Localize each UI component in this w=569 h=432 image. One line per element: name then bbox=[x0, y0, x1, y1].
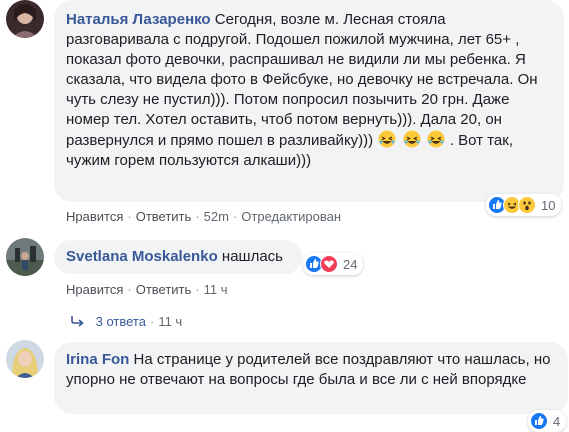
avatar[interactable] bbox=[6, 340, 44, 378]
replies-timestamp: 11 ч bbox=[158, 314, 183, 329]
reply-arrow-icon bbox=[70, 314, 90, 329]
reaction-count: 24 bbox=[343, 256, 358, 272]
comment-author[interactable]: Наталья Лазаренко bbox=[66, 11, 211, 28]
like-link[interactable]: Нравится bbox=[66, 209, 123, 224]
reaction-count: 4 bbox=[553, 413, 561, 429]
reaction-summary[interactable]: 4 bbox=[528, 410, 567, 432]
laughing-emoji-icon bbox=[377, 130, 401, 149]
comment-text: нашлась bbox=[221, 248, 283, 265]
comment-actions: Нравится · Ответить · 11 ч bbox=[66, 282, 228, 297]
avatar[interactable] bbox=[6, 238, 44, 276]
like-link[interactable]: Нравится bbox=[66, 282, 123, 297]
comment-bubble: Irina Fon На странице у родителей все по… bbox=[54, 342, 568, 414]
love-icon bbox=[320, 255, 338, 273]
comment-actions: Нравится · Ответить · 52m · Отредактирован bbox=[66, 209, 342, 224]
laughing-emoji-icon bbox=[402, 130, 426, 149]
comment-text: На странице у родителей все поздравляют … bbox=[66, 351, 551, 388]
reaction-count: 10 bbox=[541, 197, 556, 213]
comment-text: Сегодня, возле м. Лесная стояла разговар… bbox=[66, 11, 538, 149]
avatar[interactable] bbox=[6, 0, 44, 38]
edited-label[interactable]: Отредактирован bbox=[241, 209, 341, 224]
like-icon bbox=[530, 412, 548, 430]
view-replies[interactable]: 3 ответа · 11 ч bbox=[70, 314, 182, 329]
reaction-summary[interactable]: 10 bbox=[486, 194, 562, 216]
reaction-summary[interactable]: 24 bbox=[303, 253, 364, 275]
timestamp[interactable]: 11 ч bbox=[204, 282, 228, 297]
comment-author[interactable]: Irina Fon bbox=[66, 351, 129, 368]
replies-count-link[interactable]: 3 ответа bbox=[96, 314, 146, 329]
timestamp[interactable]: 52m bbox=[204, 209, 229, 224]
comment-bubble: Наталья Лазаренко Сегодня, возле м. Лесн… bbox=[54, 0, 564, 202]
reply-link[interactable]: Ответить bbox=[136, 209, 192, 224]
comment-author[interactable]: Svetlana Moskalenko bbox=[66, 248, 218, 265]
reply-link[interactable]: Ответить bbox=[136, 282, 192, 297]
laughing-emoji-icon bbox=[426, 130, 450, 149]
comment-bubble: Svetlana Moskalenko нашлась bbox=[54, 240, 302, 274]
wow-icon bbox=[518, 196, 536, 214]
